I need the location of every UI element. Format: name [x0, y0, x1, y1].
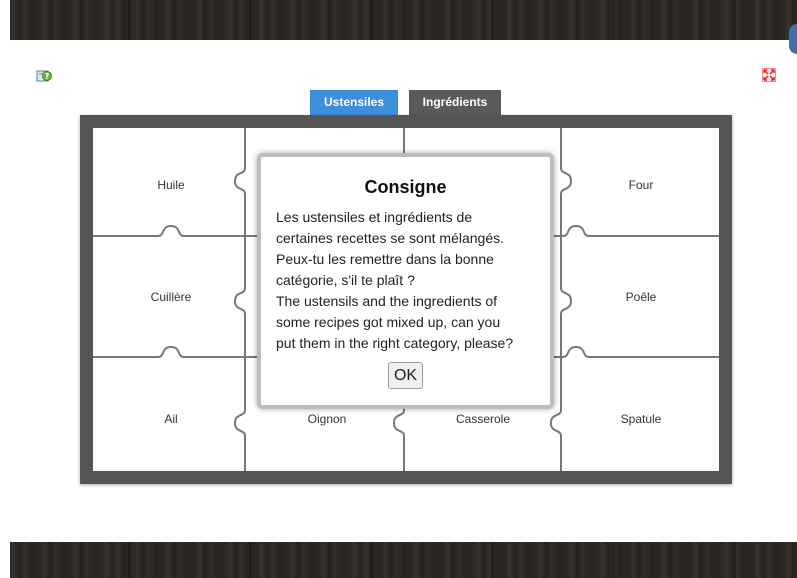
- puzzle-piece-poele[interactable]: Poêle: [563, 240, 719, 354]
- wood-banner-top: [10, 0, 797, 40]
- puzzle-piece-four[interactable]: Four: [563, 128, 719, 242]
- dialog-message: Les ustensiles et ingrédients de certain…: [276, 207, 541, 354]
- instructions-dialog: Consigne Les ustensiles et ingrédients d…: [257, 153, 554, 409]
- puzzle-piece-spatule[interactable]: Spatule: [563, 362, 719, 476]
- side-handle[interactable]: [789, 24, 797, 54]
- dialog-line: Les ustensiles et ingrédients de: [276, 209, 473, 225]
- ok-button[interactable]: OK: [388, 362, 423, 389]
- dialog-line: catégorie, s'il te plaît ?: [276, 272, 415, 288]
- tab-ustensiles[interactable]: Ustensiles: [310, 90, 398, 115]
- dialog-line: put them in the right category, please?: [276, 335, 514, 351]
- dialog-title: Consigne: [364, 177, 447, 197]
- puzzle-piece-ail[interactable]: Ail: [93, 362, 249, 476]
- help-icon[interactable]: ?: [36, 68, 52, 84]
- tab-ingredients[interactable]: Ingrédients: [409, 90, 501, 115]
- dialog-line: Peux-tu les remettre dans la bonne: [276, 251, 494, 267]
- dialog-line: some recipes got mixed up, can you: [276, 314, 501, 330]
- svg-text:?: ?: [45, 72, 50, 81]
- puzzle-piece-cuillere[interactable]: Cuillère: [93, 240, 249, 354]
- puzzle-piece-huile[interactable]: Huile: [93, 128, 249, 242]
- dialog-line: The ustensils and the ingredients of: [276, 293, 498, 309]
- wood-banner-bottom: [10, 542, 797, 578]
- dialog-line: certaines recettes se sont mélangés.: [276, 230, 505, 246]
- fullscreen-icon[interactable]: [762, 68, 776, 82]
